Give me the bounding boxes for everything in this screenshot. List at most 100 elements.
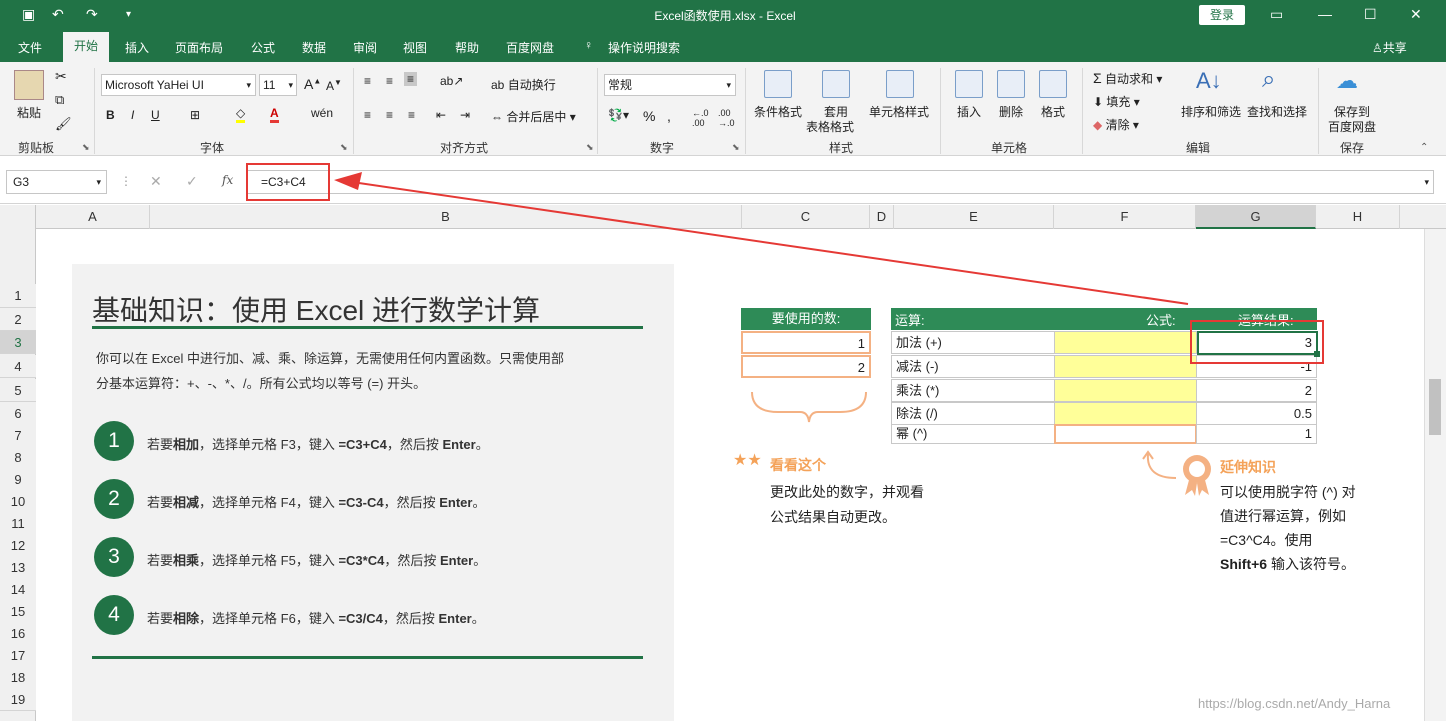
enter-icon[interactable]: ✓ xyxy=(186,173,198,190)
number-format-select[interactable]: 常规 ▾ xyxy=(604,74,736,96)
wrap-text-button[interactable]: ab 自动换行 xyxy=(491,76,556,93)
row-header-7[interactable]: 7 xyxy=(0,424,36,447)
clear-button[interactable]: ◆ 清除 ▾ xyxy=(1093,116,1139,133)
op-label-cell[interactable]: 加法 (+) xyxy=(891,331,1055,354)
dialog-launcher-icon[interactable]: ⬊ xyxy=(340,142,348,153)
minimize-icon[interactable]: — xyxy=(1318,6,1332,22)
border-icon[interactable]: ⊞ xyxy=(190,108,200,122)
row-header-14[interactable]: 14 xyxy=(0,578,36,601)
menu-home[interactable]: 开始 xyxy=(63,32,109,62)
menu-page-layout[interactable]: 页面布局 xyxy=(175,39,223,56)
row-header-18[interactable]: 18 xyxy=(0,666,36,689)
orientation-icon[interactable]: ab↗ xyxy=(440,74,463,88)
menu-tell-me[interactable]: 操作说明搜索 xyxy=(608,39,680,56)
underline-icon[interactable]: U xyxy=(151,108,160,122)
font-name-select[interactable]: Microsoft YaHei UI ▾ xyxy=(101,74,256,96)
align-left-icon[interactable]: ≡ xyxy=(364,108,371,122)
formula-cell-f3[interactable] xyxy=(1054,331,1197,354)
cell-style-button[interactable]: 单元格样式 xyxy=(869,103,929,120)
column-header-g[interactable]: G xyxy=(1196,205,1316,229)
currency-icon[interactable]: 💱▾ xyxy=(608,108,629,122)
result-cell-g7[interactable]: 1 xyxy=(1196,424,1317,444)
menu-review[interactable]: 审阅 xyxy=(353,39,377,56)
format-painter-icon[interactable]: 🖌 xyxy=(55,116,72,132)
formula-input[interactable]: =C3+C4 ▾ xyxy=(246,170,1434,194)
formula-cell-f7[interactable] xyxy=(1054,424,1197,444)
save-icon[interactable]: ▣ xyxy=(22,6,35,23)
align-middle-icon[interactable]: ≡ xyxy=(386,74,393,88)
increase-indent-icon[interactable]: ⇥ xyxy=(460,108,470,122)
percent-icon[interactable]: % xyxy=(643,108,655,124)
dialog-launcher-icon[interactable]: ⬊ xyxy=(732,142,740,153)
decrease-font-icon[interactable]: A▼ xyxy=(326,78,342,93)
conditional-format-button[interactable]: 条件格式 xyxy=(754,103,802,120)
column-header-d[interactable]: D xyxy=(870,205,894,229)
select-all-button[interactable] xyxy=(0,205,36,229)
row-header-1[interactable]: 1 xyxy=(0,284,36,308)
phonetic-icon[interactable]: wén xyxy=(311,106,333,120)
search-icon[interactable]: ⌕ xyxy=(1262,66,1275,94)
column-header-a[interactable]: A xyxy=(36,205,150,229)
delete-cells-icon[interactable] xyxy=(997,70,1025,98)
row-header-12[interactable]: 12 xyxy=(0,534,36,557)
formula-cell-f6[interactable] xyxy=(1054,402,1197,425)
active-cell-g3[interactable] xyxy=(1197,331,1318,355)
row-header-10[interactable]: 10 xyxy=(0,490,36,513)
row-header-2[interactable]: 2 xyxy=(0,308,36,331)
share-button[interactable]: ♙共享 xyxy=(1372,39,1407,56)
conditional-format-icon[interactable] xyxy=(764,70,792,98)
dialog-launcher-icon[interactable]: ⬊ xyxy=(82,142,90,153)
maximize-icon[interactable]: ☐ xyxy=(1364,6,1377,23)
name-box[interactable]: G3 ▾ xyxy=(6,170,107,194)
fill-handle[interactable] xyxy=(1314,351,1320,357)
menu-view[interactable]: 视图 xyxy=(403,39,427,56)
menu-insert[interactable]: 插入 xyxy=(125,39,149,56)
comma-icon[interactable]: , xyxy=(667,108,671,124)
formula-cell-f4[interactable] xyxy=(1054,355,1197,378)
insert-cells-button[interactable]: 插入 xyxy=(957,103,981,120)
row-header-19[interactable]: 19 xyxy=(0,688,36,711)
dialog-launcher-icon[interactable]: ⬊ xyxy=(586,142,594,153)
number-cell-c3[interactable]: 1 xyxy=(741,331,871,354)
row-header-16[interactable]: 16 xyxy=(0,622,36,645)
menu-formulas[interactable]: 公式 xyxy=(251,39,275,56)
menu-file[interactable]: 文件 xyxy=(18,39,42,56)
merge-center-button[interactable]: ⇔ 合并后居中 ▾ xyxy=(491,108,576,125)
format-cells-button[interactable]: 格式 xyxy=(1041,103,1065,120)
column-header-f[interactable]: F xyxy=(1054,205,1196,229)
cut-icon[interactable]: ✂ xyxy=(55,68,67,85)
column-header-e[interactable]: E xyxy=(894,205,1054,229)
column-header-h[interactable]: H xyxy=(1316,205,1400,229)
customize-qat-icon[interactable]: ▾ xyxy=(126,9,131,20)
row-header-11[interactable]: 11 xyxy=(0,512,36,535)
menu-help[interactable]: 帮助 xyxy=(455,39,479,56)
increase-decimal-icon[interactable]: ←.0.00 xyxy=(692,108,709,128)
fill-color-icon[interactable]: ◇ xyxy=(236,106,246,123)
row-header-9[interactable]: 9 xyxy=(0,468,36,491)
result-cell-g6[interactable]: 0.5 xyxy=(1196,402,1317,425)
decrease-indent-icon[interactable]: ⇤ xyxy=(436,108,446,122)
undo-icon[interactable]: ↶ xyxy=(52,6,64,23)
op-label-cell[interactable]: 乘法 (*) xyxy=(891,379,1055,402)
row-header-6[interactable]: 6 xyxy=(0,402,36,425)
sort-filter-icon[interactable]: A↓ xyxy=(1196,68,1222,94)
cancel-icon[interactable]: ✕ xyxy=(150,173,162,190)
collapse-ribbon-icon[interactable]: ⌃ xyxy=(1420,142,1428,153)
format-cells-icon[interactable] xyxy=(1039,70,1067,98)
row-header-3[interactable]: 3 xyxy=(0,331,36,354)
vertical-scrollbar[interactable] xyxy=(1424,229,1446,721)
bold-icon[interactable]: B xyxy=(106,108,115,122)
autosum-button[interactable]: Σ 自动求和 ▾ xyxy=(1093,70,1162,87)
align-center-icon[interactable]: ≡ xyxy=(386,108,393,122)
paste-icon[interactable] xyxy=(14,70,44,100)
align-bottom-icon[interactable]: ≡ xyxy=(404,72,418,86)
menu-baidu[interactable]: 百度网盘 xyxy=(506,39,554,56)
fill-button[interactable]: ⬇ 填充 ▾ xyxy=(1093,93,1140,110)
delete-cells-button[interactable]: 删除 xyxy=(999,103,1023,120)
italic-icon[interactable]: I xyxy=(131,108,134,122)
row-header-13[interactable]: 13 xyxy=(0,556,36,579)
sort-filter-button[interactable]: 排序和筛选 xyxy=(1181,103,1241,120)
ribbon-display-icon[interactable]: ▭ xyxy=(1270,6,1283,23)
align-top-icon[interactable]: ≡ xyxy=(364,74,371,88)
op-label-cell[interactable]: 减法 (-) xyxy=(891,355,1055,378)
